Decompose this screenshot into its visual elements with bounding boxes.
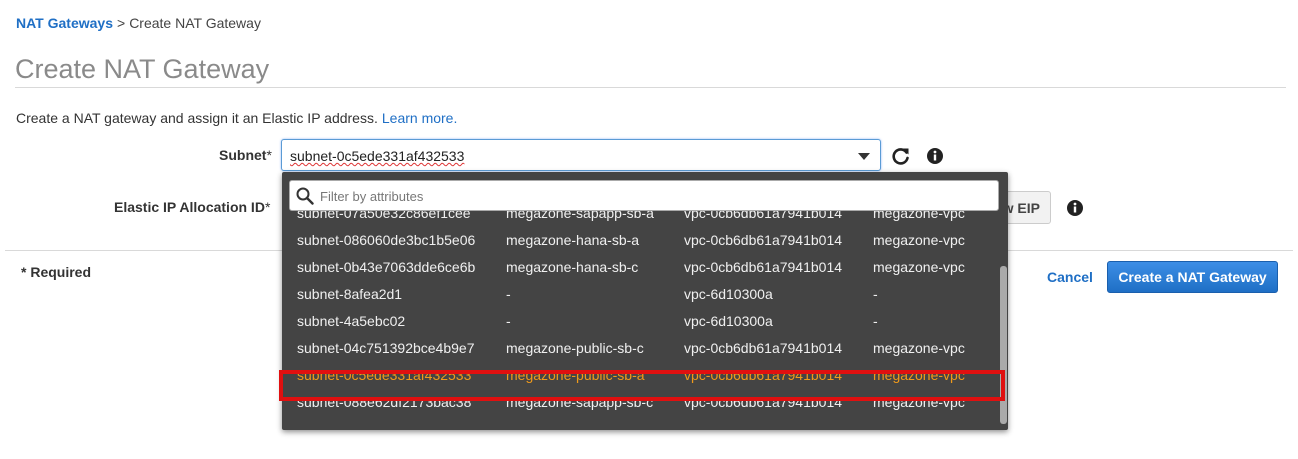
option-subnet-id: subnet-0b43e7063dde6ce6b (297, 259, 476, 275)
option-subnet-name: megazone-public-sb-c (506, 340, 644, 356)
option-vpc-name: megazone-vpc (873, 232, 965, 248)
breadcrumb: NAT Gateways > Create NAT Gateway (16, 15, 261, 31)
option-subnet-id: subnet-086060de3bc1b5e06 (297, 232, 476, 248)
refresh-icon[interactable] (891, 146, 911, 166)
eip-info-icon[interactable] (1065, 198, 1085, 218)
eip-label: Elastic IP Allocation ID* (114, 199, 270, 215)
option-subnet-name: megazone-hana-sb-a (506, 232, 640, 248)
search-icon (296, 187, 314, 205)
option-subnet-id: subnet-8afea2d1 (297, 286, 403, 302)
title-divider (15, 87, 1286, 88)
option-subnet-id: subnet-088e62df2173bac38 (297, 394, 472, 410)
subnet-option[interactable]: subnet-088e62df2173bac38 megazone-sapapp… (282, 388, 992, 415)
intro-description: Create a NAT gateway and assign it an El… (16, 110, 378, 126)
option-vpc-name: megazone-vpc (873, 394, 965, 410)
option-vpc-id: vpc-0cb6db61a7941b014 (684, 367, 843, 383)
option-subnet-name: megazone-hana-sb-c (506, 259, 639, 275)
option-subnet-id: subnet-04c751392bce4b9e7 (297, 340, 475, 356)
eip-required-mark: * (264, 199, 271, 215)
option-vpc-id: vpc-0cb6db61a7941b014 (684, 259, 843, 275)
subnet-dropdown-menu: subnet-07a50e32c86ef1cee megazone-sapapp… (282, 172, 1008, 430)
option-subnet-name: megazone-public-sb-a (506, 367, 645, 383)
filter-input[interactable]: Filter by attributes (289, 180, 999, 211)
option-vpc-id: vpc-6d10300a (684, 313, 773, 329)
subnet-option[interactable]: subnet-8afea2d1 - vpc-6d10300a - (282, 280, 992, 307)
option-vpc-name: - (873, 313, 878, 329)
breadcrumb-separator: > (117, 15, 126, 31)
subnet-option[interactable]: subnet-0b43e7063dde6ce6b megazone-hana-s… (282, 253, 992, 280)
dropdown-scrollbar[interactable] (1000, 266, 1007, 424)
option-subnet-name: - (506, 313, 511, 329)
option-subnet-name: megazone-sapapp-sb-c (506, 394, 654, 410)
required-note: * Required (21, 264, 92, 280)
option-vpc-id: vpc-0cb6db61a7941b014 (684, 232, 843, 248)
filter-placeholder: Filter by attributes (320, 189, 424, 204)
subnet-option[interactable]: subnet-04c751392bce4b9e7 megazone-public… (282, 334, 992, 361)
subnet-select-value: subnet-0c5ede331af432533 (290, 148, 465, 164)
breadcrumb-nat-gateways-link[interactable]: NAT Gateways (16, 15, 113, 31)
allocate-new-eip-label: w EIP (1002, 200, 1040, 216)
breadcrumb-current: Create NAT Gateway (129, 15, 261, 31)
info-icon[interactable] (925, 146, 945, 166)
option-vpc-id: vpc-6d10300a (684, 286, 773, 302)
option-vpc-name: megazone-vpc (873, 259, 965, 275)
cancel-button[interactable]: Cancel (1047, 269, 1093, 285)
page-title: Create NAT Gateway (15, 54, 270, 84)
option-vpc-id: vpc-0cb6db61a7941b014 (684, 340, 843, 356)
subnet-option[interactable]: subnet-4a5ebc02 - vpc-6d10300a - (282, 307, 992, 334)
subnet-option-selected[interactable]: subnet-0c5ede331af432533 megazone-public… (282, 361, 992, 388)
option-vpc-id: vpc-0cb6db61a7941b014 (684, 394, 843, 410)
subnet-required-mark: * (266, 147, 272, 163)
learn-more-link[interactable]: Learn more. (382, 110, 457, 126)
subnet-select[interactable]: subnet-0c5ede331af432533 (281, 139, 881, 171)
option-vpc-name: megazone-vpc (873, 340, 965, 356)
option-subnet-id: subnet-0c5ede331af432533 (297, 367, 472, 383)
option-subnet-id: subnet-4a5ebc02 (297, 313, 406, 329)
subnet-option[interactable]: subnet-086060de3bc1b5e06 megazone-hana-s… (282, 226, 992, 253)
eip-label-text: Elastic IP Allocation ID (114, 199, 265, 215)
subnet-label-text: Subnet (219, 147, 267, 163)
intro-text: Create a NAT gateway and assign it an El… (16, 110, 457, 126)
chevron-down-icon[interactable] (858, 153, 870, 160)
option-vpc-name: megazone-vpc (873, 367, 965, 383)
create-nat-gateway-button[interactable]: Create a NAT Gateway (1107, 261, 1278, 293)
option-vpc-name: - (873, 286, 878, 302)
option-subnet-name: - (506, 286, 511, 302)
subnet-label: Subnet* (219, 147, 272, 163)
